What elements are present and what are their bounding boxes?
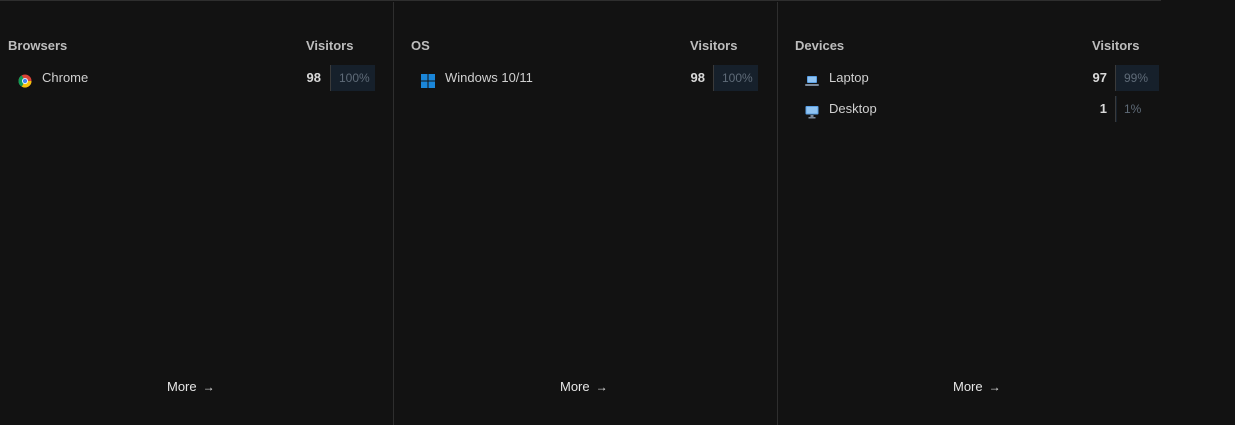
percent-value: 1% — [1124, 102, 1142, 116]
more-os-button[interactable]: More → — [560, 378, 608, 396]
percent-value: 100% — [339, 71, 370, 85]
more-label: More — [560, 379, 590, 394]
percent-value: 99% — [1124, 71, 1149, 85]
chrome-icon — [18, 71, 32, 88]
arrow-right-icon: → — [595, 380, 608, 394]
percent-bar — [1116, 96, 1117, 122]
laptop-icon — [805, 71, 819, 86]
percent-cell: 100% — [713, 65, 759, 91]
percent-cell: 99% — [1115, 65, 1160, 91]
list-item-label: Desktop — [829, 101, 877, 116]
visitor-count: 98 — [306, 70, 321, 85]
list-item-label: Laptop — [829, 70, 869, 85]
visitor-count: 97 — [1092, 70, 1107, 85]
windows-icon — [421, 71, 435, 88]
devices-panel: Devices Visitors Laptop 97 99% Desktop 1… — [778, 1, 1162, 424]
visitor-count: 1 — [1099, 101, 1107, 116]
list-item-label: Chrome — [42, 70, 89, 85]
arrow-right-icon: → — [988, 380, 1001, 394]
more-label: More — [167, 379, 197, 394]
devices-title: Devices — [795, 38, 845, 53]
percent-cell: 1% — [1115, 96, 1160, 122]
browsers-title: Browsers — [8, 38, 68, 53]
os-title: OS — [411, 38, 430, 53]
list-item-windows[interactable]: Windows 10/11 98 100% — [421, 65, 758, 91]
browsers-panel: Browsers Visitors Chrome 98 100% More → — [0, 1, 393, 424]
more-browsers-button[interactable]: More → — [167, 378, 215, 396]
more-devices-button[interactable]: More → — [953, 378, 1001, 396]
list-item-desktop[interactable]: Desktop 1 1% — [805, 96, 1160, 122]
browsers-visitors-header: Visitors — [306, 38, 354, 53]
percent-cell: 100% — [330, 65, 376, 91]
visitor-count: 98 — [690, 70, 705, 85]
percent-value: 100% — [722, 71, 753, 85]
os-visitors-header: Visitors — [690, 38, 738, 53]
desktop-icon — [805, 102, 819, 119]
more-label: More — [953, 379, 983, 394]
list-item-chrome[interactable]: Chrome 98 100% — [18, 65, 375, 91]
os-panel: OS Visitors Windows 10/11 98 100% More → — [394, 1, 777, 424]
devices-visitors-header: Visitors — [1092, 38, 1140, 53]
stats-panels: Browsers Visitors Chrome 98 100% More → — [0, 1, 1235, 425]
arrow-right-icon: → — [202, 380, 215, 394]
list-item-laptop[interactable]: Laptop 97 99% — [805, 65, 1160, 91]
list-item-label: Windows 10/11 — [445, 70, 533, 85]
